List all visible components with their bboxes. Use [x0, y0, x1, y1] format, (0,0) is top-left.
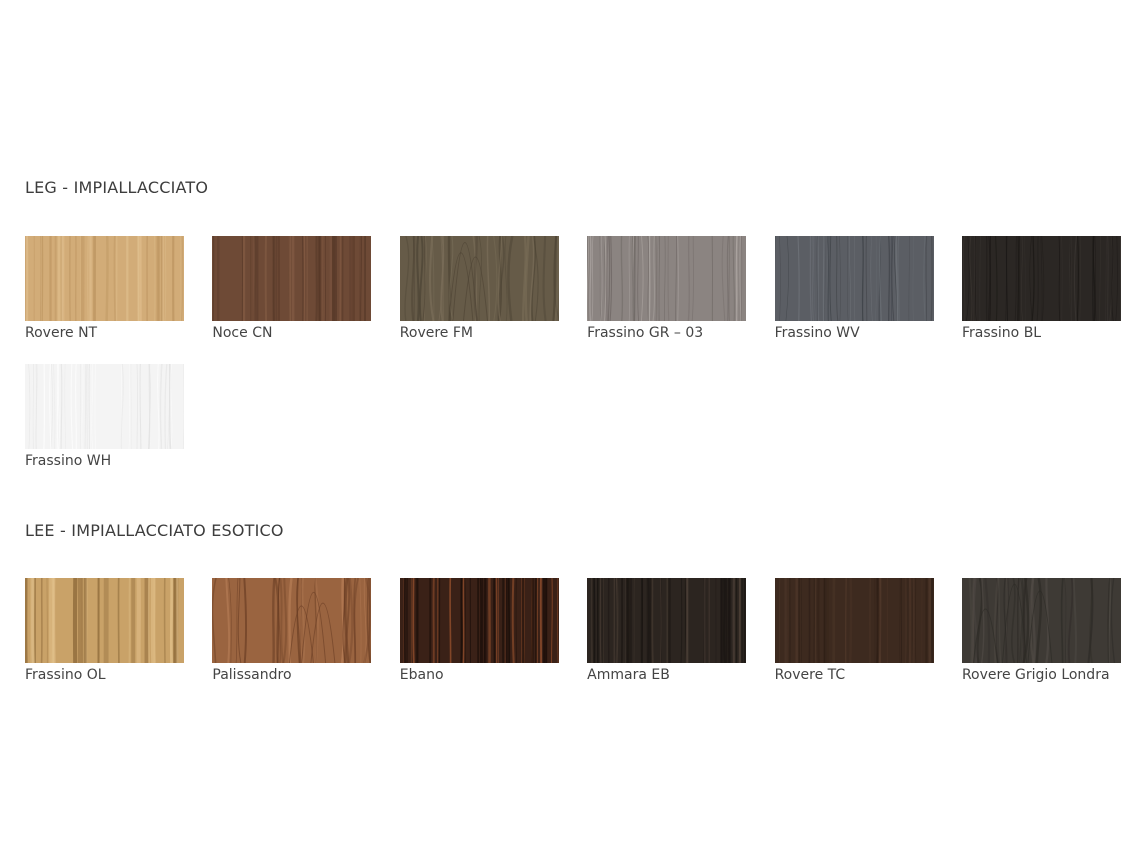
finish-sample-image — [774, 578, 934, 663]
finish-label: Rovere TC — [774, 667, 846, 683]
finish-sample-image — [399, 578, 559, 663]
finish-label: Frassino WV — [774, 325, 860, 341]
finish-sample-image — [587, 578, 747, 663]
finish-swatch[interactable]: Frassino WH — [25, 364, 184, 470]
finish-sample-image — [25, 236, 184, 321]
finish-sample-image — [774, 236, 934, 321]
finish-label: Frassino OL — [25, 667, 106, 683]
finish-label: Rovere Grigio Londra — [961, 667, 1110, 683]
finish-label: Frassino WH — [25, 453, 112, 469]
finish-swatch[interactable]: Frassino GR – 03 — [587, 236, 747, 342]
finish-swatch[interactable]: Rovere FM — [399, 236, 559, 342]
section-title: LEG - IMPIALLACCIATO — [25, 178, 209, 197]
finish-sample-image — [961, 578, 1121, 663]
finish-label: Ammara EB — [587, 667, 670, 683]
finish-swatch[interactable]: Frassino BL — [961, 236, 1121, 342]
finish-sample-image — [961, 236, 1121, 321]
finish-label: Noce CN — [212, 325, 273, 341]
finish-label: Rovere NT — [25, 325, 98, 341]
finish-label: Frassino GR – 03 — [587, 325, 704, 341]
section-title: LEE - IMPIALLACCIATO ESOTICO — [25, 521, 284, 540]
finish-label: Rovere FM — [399, 325, 473, 341]
finish-label: Frassino BL — [961, 325, 1042, 341]
finish-swatch[interactable]: Noce CN — [212, 236, 372, 342]
finish-swatch[interactable]: Ammara EB — [587, 578, 747, 684]
finish-sample-image — [25, 578, 184, 663]
finish-sample-image — [25, 364, 184, 449]
finish-swatch[interactable]: Ebano — [399, 578, 559, 684]
swatch-grid: Rovere NT Noce CN Rovere FM Frassino GR – 0… — [25, 236, 1121, 470]
section-lee: LEE - IMPIALLACCIATO ESOTICO Frassino OL… — [25, 521, 1125, 683]
finish-swatch[interactable]: Rovere TC — [774, 578, 934, 684]
swatch-grid: Frassino OL Palissandro Ebano Ammara EB Rove… — [25, 578, 1121, 684]
finish-swatch[interactable]: Frassino OL — [25, 578, 184, 684]
finish-swatch[interactable]: Palissandro — [212, 578, 372, 684]
finish-sample-image — [212, 578, 372, 663]
finish-swatch[interactable]: Rovere Grigio Londra — [961, 578, 1121, 684]
finish-label: Palissandro — [212, 667, 292, 683]
finish-sample-image — [587, 236, 747, 321]
finish-sample-image — [212, 236, 372, 321]
finish-label: Ebano — [399, 667, 444, 683]
section-leg: LEG - IMPIALLACCIATO Rovere NT Noce CN Rov… — [25, 178, 1125, 469]
finish-swatch[interactable]: Rovere NT — [25, 236, 184, 342]
finish-swatch[interactable]: Frassino WV — [774, 236, 934, 342]
finish-sample-image — [399, 236, 559, 321]
